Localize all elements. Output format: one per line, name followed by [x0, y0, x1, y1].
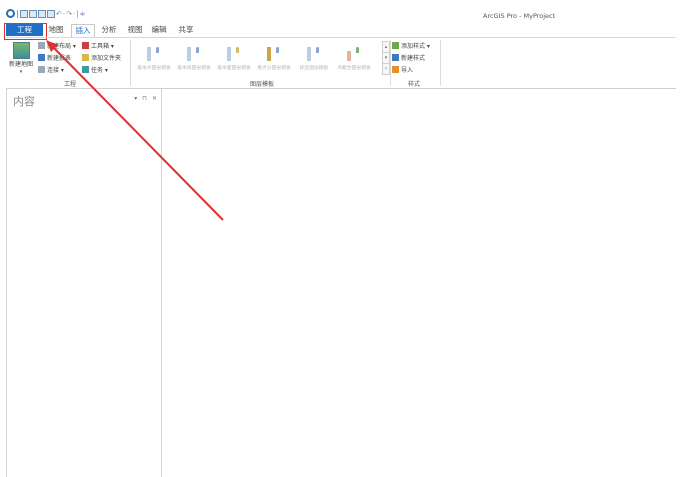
- connections-label: 连接 ▾: [47, 67, 64, 74]
- import-label: 导入: [401, 67, 414, 74]
- window-title: ArcGIS Pro - MyProject: [483, 12, 556, 20]
- tab-analysis[interactable]: 分析: [96, 24, 122, 36]
- template-labels[interactable]: 标签图层模板: [294, 43, 334, 71]
- undo-dropdown-chevron-down-icon[interactable]: ·: [63, 10, 65, 18]
- connection-icon: [38, 66, 45, 73]
- gallery-scroll-up-icon[interactable]: ▴: [383, 42, 389, 53]
- gallery-expand-icon[interactable]: ▿: [383, 64, 389, 74]
- template-label: 基本点图层模板: [137, 66, 171, 71]
- tasks-label: 任务 ▾: [91, 67, 108, 74]
- contents-pane-title: 内容: [13, 95, 35, 108]
- add-style-icon: [392, 42, 399, 49]
- template-label: 基本线图层模板: [177, 66, 211, 71]
- close-icon[interactable]: ✕: [152, 95, 157, 102]
- new-report-button[interactable]: 新建报表: [38, 53, 71, 62]
- tab-insert[interactable]: 插入: [71, 24, 95, 38]
- gallery-scrollbar[interactable]: ▴ ▾ ▿: [382, 41, 390, 75]
- line-template-icon: [185, 43, 203, 61]
- new-map-button[interactable]: 新建地图 ▾: [8, 42, 34, 75]
- group-divider: [130, 40, 131, 86]
- tasks-button[interactable]: 任务 ▾: [82, 65, 108, 74]
- layer-templates-group-label: 图层模板: [250, 81, 275, 88]
- add-style-button[interactable]: 添加样式 ▾: [392, 41, 430, 50]
- label-template-icon: [305, 43, 323, 61]
- project-group-label: 工程: [64, 81, 77, 88]
- new-style-label: 新建样式: [401, 55, 426, 62]
- import-button[interactable]: 导入: [392, 65, 413, 74]
- layout-icon: [38, 42, 45, 49]
- undo-icon[interactable]: ↶: [56, 10, 62, 18]
- new-layout-label: 新建布局 ▾: [47, 43, 76, 50]
- save-icon[interactable]: [38, 9, 46, 18]
- toolbox-label: 工具箱 ▾: [91, 43, 114, 50]
- new-style-icon: [392, 54, 399, 61]
- gallery-scroll-down-icon[interactable]: ▾: [383, 53, 389, 64]
- folder-icon: [82, 54, 89, 61]
- chevron-down-icon: ▾: [19, 69, 23, 75]
- new-layout-button[interactable]: 新建布局 ▾: [38, 41, 76, 50]
- template-label: 基本面图层模板: [217, 66, 251, 71]
- connections-button[interactable]: 连接 ▾: [38, 65, 64, 74]
- pane-menu-chevron-down-icon[interactable]: ▾: [134, 95, 137, 102]
- styles-group-label: 样式: [408, 81, 421, 88]
- tab-map[interactable]: 地图: [45, 24, 67, 36]
- qat-separator: [17, 9, 18, 18]
- template-basic-line[interactable]: 基本线图层模板: [174, 43, 214, 71]
- toolbox-icon: [82, 42, 89, 49]
- add-folder-label: 添加文件夹: [91, 55, 122, 62]
- import-icon: [392, 66, 399, 73]
- pin-icon[interactable]: ⊓: [142, 95, 147, 102]
- group-divider: [390, 40, 391, 86]
- title-bar: ↶ · ↷ · | ≑ ArcGIS Pro - MyProject: [0, 0, 682, 22]
- map-icon: [12, 42, 30, 59]
- template-basic-polygon[interactable]: 基本面图层模板: [214, 43, 254, 71]
- redo-dropdown-chevron-down-icon[interactable]: ·: [73, 10, 75, 18]
- cluster-template-icon: [345, 43, 363, 61]
- qat-divider: |: [76, 9, 79, 18]
- new-report-label: 新建报表: [47, 55, 72, 62]
- save-as-icon[interactable]: [47, 9, 55, 18]
- tasks-icon: [82, 66, 89, 73]
- new-style-button[interactable]: 新建样式: [392, 53, 425, 62]
- ribbon: 新建地图 ▾ 新建布局 ▾ 新建报表 连接 ▾ 工具箱 ▾ 添加文件夹 任务 ▾…: [6, 37, 676, 89]
- template-label: 重点分图层模板: [257, 66, 291, 71]
- template-focus[interactable]: 重点分图层模板: [254, 43, 294, 71]
- tab-view[interactable]: 视图: [124, 24, 146, 36]
- new-map-label: 新建地图: [8, 61, 33, 68]
- pane-controls: ▾ ⊓ ✕: [134, 95, 157, 102]
- new-project-icon[interactable]: [20, 9, 28, 18]
- polygon-template-icon: [225, 43, 243, 61]
- tab-share[interactable]: 共享: [174, 24, 198, 36]
- tab-edit[interactable]: 编辑: [148, 24, 170, 36]
- add-folder-button[interactable]: 添加文件夹: [82, 53, 121, 62]
- report-icon: [38, 54, 45, 61]
- add-style-label: 添加样式 ▾: [401, 43, 430, 50]
- template-basic-point[interactable]: 基本点图层模板: [134, 43, 174, 71]
- customize-qat-icon[interactable]: ≑: [80, 10, 86, 18]
- point-template-icon: [145, 43, 163, 61]
- template-label: 点聚合图层模板: [337, 66, 371, 71]
- arcgis-pro-logo-icon[interactable]: [6, 9, 15, 18]
- toolbox-button[interactable]: 工具箱 ▾: [82, 41, 114, 50]
- quick-access-toolbar: ↶ · ↷ · | ≑: [6, 9, 85, 18]
- focus-template-icon: [265, 43, 283, 61]
- template-label: 标签图层模板: [299, 66, 329, 71]
- group-divider: [440, 40, 441, 86]
- redo-icon[interactable]: ↷: [66, 10, 72, 18]
- ribbon-tab-strip: 工程 地图 插入 分析 视图 编辑 共享: [0, 24, 682, 38]
- open-project-icon[interactable]: [29, 9, 37, 18]
- template-cluster[interactable]: 点聚合图层模板: [334, 43, 374, 71]
- contents-pane: 内容 ▾ ⊓ ✕: [6, 88, 162, 477]
